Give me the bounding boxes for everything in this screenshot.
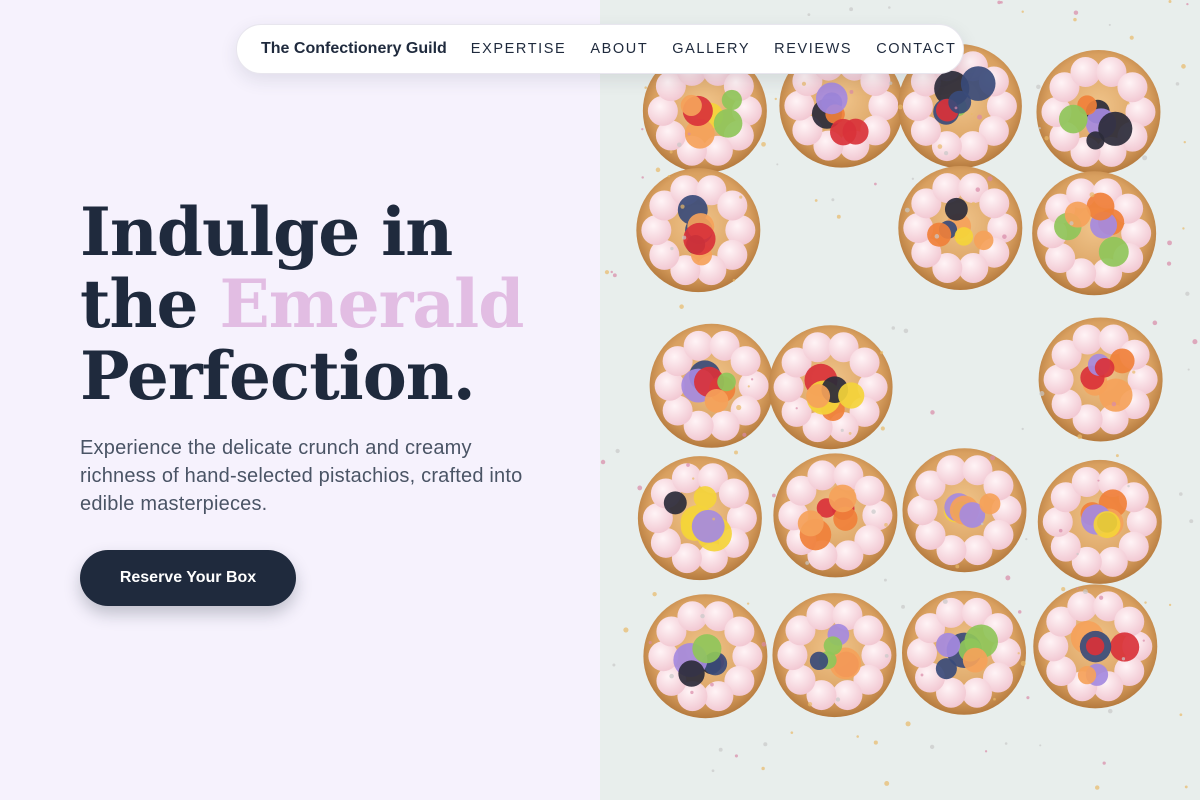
- headline-line-1: Indulge in: [80, 193, 453, 271]
- nav-link-contact[interactable]: CONTACT: [876, 41, 956, 57]
- headline-line-3: Perfection.: [80, 337, 476, 415]
- nav-link-gallery[interactable]: GALLERY: [672, 41, 750, 57]
- reserve-box-button[interactable]: Reserve Your Box: [80, 550, 296, 606]
- hero-image: [600, 0, 1200, 800]
- nav-link-about[interactable]: ABOUT: [590, 41, 648, 57]
- nav-link-expertise[interactable]: EXPERTISE: [471, 41, 567, 57]
- brand-logo[interactable]: The Confectionery Guild: [261, 40, 447, 58]
- headline-line-2-prefix: the: [80, 265, 220, 343]
- hero-headline: Indulge in the Emerald Perfection.: [80, 193, 524, 415]
- nav-link-reviews[interactable]: REVIEWS: [774, 41, 852, 57]
- top-navigation: The Confectionery Guild EXPERTISE ABOUT …: [236, 24, 964, 74]
- headline-accent-word: Emerald: [219, 265, 524, 343]
- pastry-tarts-photo: [600, 0, 1200, 800]
- hero-subtitle: Experience the delicate crunch and cream…: [80, 437, 523, 515]
